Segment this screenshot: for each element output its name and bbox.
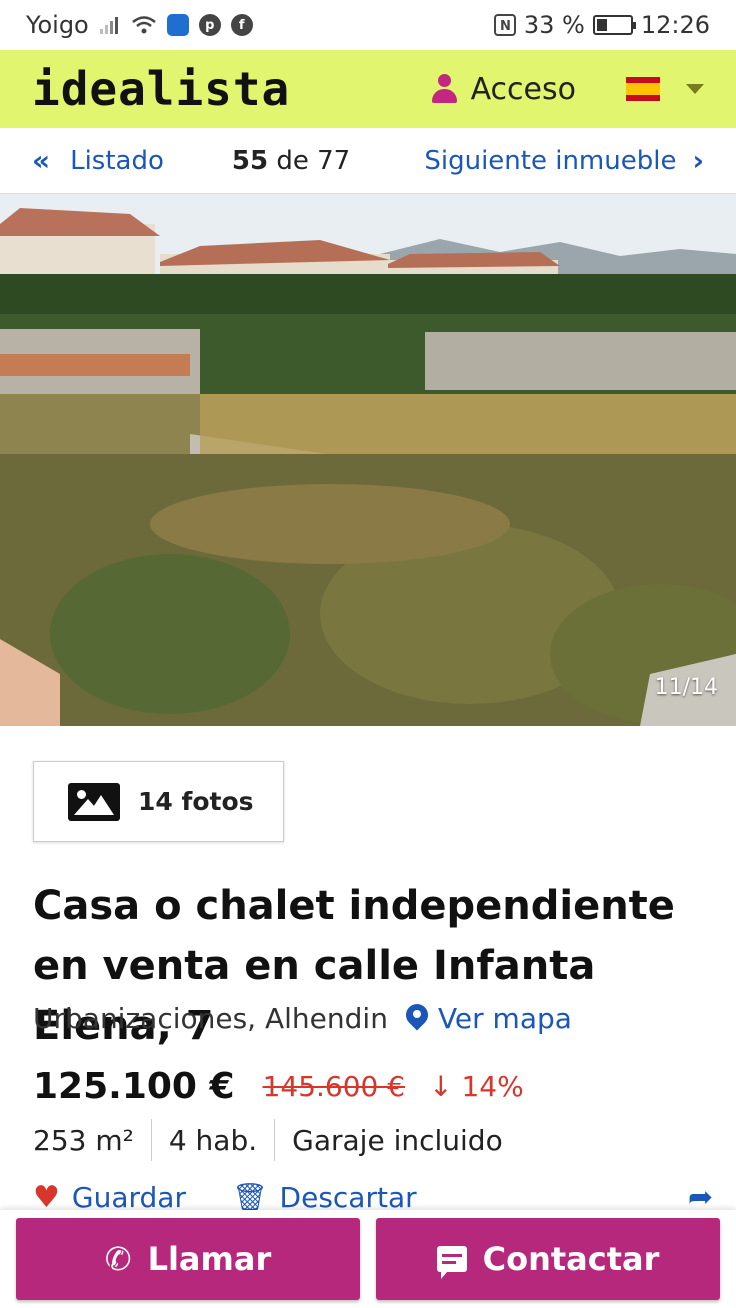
trash-icon[interactable]: 🗑	[232, 1182, 268, 1212]
double-chevron-left-icon: «	[32, 144, 51, 177]
app-header: idealista Acceso	[0, 50, 736, 128]
chevron-down-icon[interactable]	[686, 84, 704, 94]
user-icon	[431, 74, 457, 104]
back-to-list-link[interactable]: « Listado	[32, 144, 164, 177]
battery-percent: 33 %	[523, 11, 585, 39]
feature-rooms: 4 hab.	[168, 1123, 258, 1157]
photos-button-label: 14 fotos	[138, 787, 254, 816]
shield-icon	[166, 14, 189, 36]
bottom-contact-bar: ✆ Llamar Contactar	[0, 1210, 736, 1308]
nfc-icon: N	[493, 14, 516, 36]
call-label: Llamar	[147, 1240, 272, 1278]
listing-location: Urbanizaciones, Alhendin Ver mapa	[33, 998, 572, 1035]
map-pin-icon[interactable]	[401, 998, 433, 1034]
feature-divider	[150, 1119, 152, 1161]
feature-divider	[274, 1119, 276, 1161]
chevron-right-icon: ›	[692, 144, 704, 177]
idealista-logo[interactable]: idealista	[32, 62, 290, 116]
phone-icon: ✆	[104, 1240, 132, 1278]
save-button[interactable]: Guardar	[72, 1182, 186, 1212]
old-price: 145.600 €	[262, 1070, 406, 1103]
facebook-icon: f	[230, 14, 253, 36]
login-button[interactable]: Acceso	[431, 72, 576, 107]
listing-photo[interactable]: 11/14	[0, 194, 736, 726]
contact-label: Contactar	[482, 1240, 660, 1278]
price-row: 125.100 € 145.600 € ↓ 14%	[33, 1066, 524, 1107]
login-label: Acceso	[470, 71, 576, 107]
battery-icon	[592, 15, 636, 35]
chat-icon	[436, 1246, 467, 1279]
image-icon	[68, 782, 120, 821]
next-listing-link[interactable]: Siguiente inmueble ›	[424, 144, 704, 177]
of-label: de	[276, 145, 309, 176]
share-icon[interactable]: ➦	[688, 1182, 713, 1212]
feature-area: 253 m²	[33, 1123, 134, 1157]
svg-text:N: N	[500, 19, 511, 34]
next-label: Siguiente inmueble	[424, 145, 677, 176]
back-label: Listado	[70, 145, 164, 176]
signal-icon	[99, 15, 121, 35]
property-photo-image	[0, 194, 736, 726]
heart-icon[interactable]: ♥	[33, 1182, 60, 1212]
current-price: 125.100 €	[33, 1066, 235, 1107]
total-count: 77	[317, 145, 351, 176]
listing-features: 253 m² 4 hab. Garaje incluido	[33, 1118, 503, 1162]
photo-counter: 11/14	[654, 675, 718, 700]
view-map-link[interactable]: Ver mapa	[438, 1002, 572, 1035]
carrier-label: Yoigo	[26, 11, 89, 39]
price-drop-badge: ↓ 14%	[429, 1070, 524, 1103]
contact-button[interactable]: Contactar	[376, 1218, 720, 1300]
spain-flag-icon[interactable]	[626, 77, 660, 101]
call-button[interactable]: ✆ Llamar	[16, 1218, 360, 1300]
feature-garage: Garaje incluido	[292, 1123, 503, 1157]
listing-navigation: « Listado 55 de 77 Siguiente inmueble ›	[0, 128, 736, 194]
location-label: Urbanizaciones, Alhendin	[33, 1002, 388, 1035]
pinterest-icon: p	[198, 14, 221, 36]
discard-button[interactable]: Descartar	[280, 1182, 417, 1212]
view-photos-button[interactable]: 14 fotos	[33, 761, 284, 842]
status-bar: Yoigo p f N 33 % 12:26	[0, 0, 736, 50]
listing-actions: ♥ Guardar 🗑 Descartar ➦	[33, 1182, 713, 1212]
current-index: 55	[231, 145, 269, 176]
clock: 12:26	[640, 11, 710, 39]
wifi-icon	[131, 15, 157, 35]
listing-counter: 55 de 77	[232, 146, 350, 176]
